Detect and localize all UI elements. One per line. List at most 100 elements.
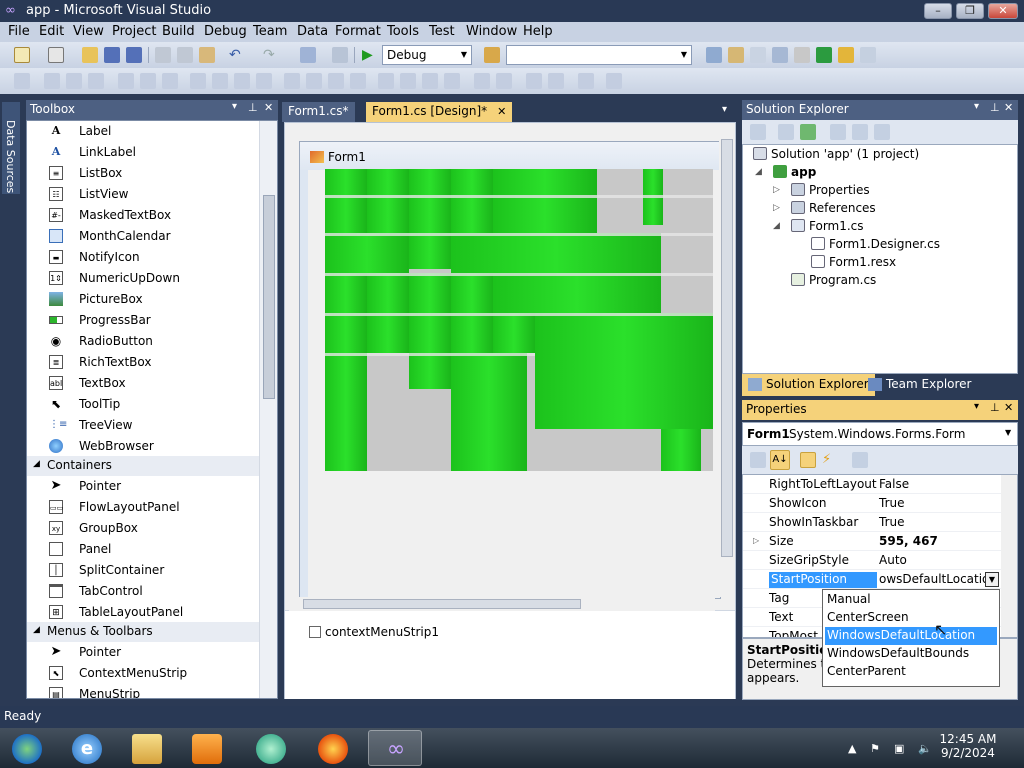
taskbar-firefox[interactable] (306, 730, 360, 766)
properties-close-icon[interactable]: ✕ (1004, 401, 1013, 414)
toolbox-item-picturebox[interactable]: PictureBox (27, 289, 259, 310)
property-row-startposition[interactable]: StartPosition owsDefaultLocation ▼ (743, 570, 1001, 589)
view-designer-icon[interactable] (852, 124, 868, 140)
align-rights-icon[interactable] (88, 73, 104, 89)
tools-icon[interactable] (794, 47, 810, 63)
toolbox-item-notifyicon[interactable]: ▬ NotifyIcon (27, 247, 259, 268)
property-value[interactable]: True (879, 515, 905, 529)
taskbar-app-4[interactable] (244, 730, 298, 766)
find-combobox[interactable]: ▼ (506, 45, 692, 65)
toolbox-icon[interactable] (772, 47, 788, 63)
tree-node-project[interactable]: ◢ app (755, 165, 816, 183)
minimize-button[interactable]: – (924, 3, 952, 19)
data-sources-tab[interactable]: Data Sources (2, 102, 20, 194)
tab-form1-design[interactable]: Form1.cs [Design]* ✕ (366, 102, 513, 122)
toolbox-item-numericupdown[interactable]: 1⇕ NumericUpDown (27, 268, 259, 289)
property-row-showintaskbar[interactable]: ShowInTaskbar True (743, 513, 1001, 532)
solution-explorer-close-icon[interactable]: ✕ (1004, 101, 1013, 114)
option-manual[interactable]: Manual (825, 591, 997, 609)
command-window-icon[interactable] (860, 47, 876, 63)
make-same-height-icon[interactable] (212, 73, 228, 89)
toolbox-item-textbox[interactable]: abl TextBox (27, 373, 259, 394)
property-row-size[interactable]: ▷ Size 595, 467 (743, 532, 1001, 551)
option-windowsdefaultbounds[interactable]: WindowsDefaultBounds (825, 645, 997, 663)
tab-solution-explorer[interactable]: Solution Explorer (742, 374, 875, 396)
toolbox-item-groupbox[interactable]: xy GroupBox (27, 518, 259, 539)
save-all-icon[interactable] (126, 47, 142, 63)
cut-icon[interactable] (155, 47, 171, 63)
toolbox-item-richtextbox[interactable]: ≣ RichTextBox (27, 352, 259, 373)
redo-icon[interactable]: ↷ (263, 47, 279, 63)
toolbox-item-radiobutton[interactable]: ◉ RadioButton (27, 331, 259, 352)
menu-format[interactable]: Format (335, 24, 381, 39)
save-icon[interactable] (104, 47, 120, 63)
make-same-size-icon[interactable] (256, 73, 272, 89)
taskbar-visual-studio[interactable]: ∞ (368, 730, 422, 766)
remove-vertical-spacing-icon[interactable] (444, 73, 460, 89)
toolbox-dropdown-icon[interactable]: ▾ (232, 101, 237, 112)
show-hidden-icons-icon[interactable]: ▲ (848, 742, 862, 755)
toolbox-item-listbox[interactable]: ≡ ListBox (27, 163, 259, 184)
toolbox-item-maskedtextbox[interactable]: #- MaskedTextBox (27, 205, 259, 226)
menu-project[interactable]: Project (112, 24, 156, 39)
toolbox-item-linklabel[interactable]: A LinkLabel (27, 142, 259, 163)
maximize-button[interactable]: ❐ (956, 3, 984, 19)
toolbox-category-menus-toolbars[interactable]: ◢ Menus & Toolbars (27, 622, 259, 642)
align-tops-icon[interactable] (118, 73, 134, 89)
toolbox-item-pointer[interactable]: ➤ Pointer (27, 476, 259, 497)
toolbox-item-panel[interactable]: Panel (27, 539, 259, 560)
taskbar-internet-explorer[interactable]: e (60, 730, 114, 766)
object-browser-icon[interactable] (750, 47, 766, 63)
property-pages-icon[interactable] (852, 452, 868, 468)
property-value[interactable]: 595, 467 (879, 534, 938, 548)
solution-explorer-icon[interactable] (706, 47, 722, 63)
property-value[interactable]: Auto (879, 553, 907, 567)
close-button[interactable]: ✕ (988, 3, 1018, 19)
toolbox-item-webbrowser[interactable]: WebBrowser (27, 436, 259, 457)
properties-object-selector[interactable]: Form1 System.Windows.Forms.Form ▼ (742, 422, 1018, 446)
add-item-icon[interactable] (48, 47, 64, 63)
menu-help[interactable]: Help (523, 24, 553, 39)
align-centers-icon[interactable] (66, 73, 82, 89)
decrease-vertical-spacing-icon[interactable] (422, 73, 438, 89)
new-project-icon[interactable] (14, 47, 30, 63)
option-windowsdefaultlocation[interactable]: WindowsDefaultLocation (825, 627, 997, 645)
active-files-dropdown-icon[interactable]: ▾ (722, 104, 727, 115)
option-centerparent[interactable]: CenterParent (825, 663, 997, 681)
toolbox-item-tablelayoutpanel[interactable]: ⊞ TableLayoutPanel (27, 602, 259, 623)
property-grid-scrollbar[interactable] (1001, 475, 1017, 637)
taskbar-media-player[interactable] (180, 730, 234, 766)
remove-horizontal-spacing-icon[interactable] (350, 73, 366, 89)
tree-node-properties[interactable]: ▷ Properties (773, 183, 870, 201)
solution-explorer-pin-icon[interactable]: ⊥ (990, 101, 1000, 114)
toolbox-item-tabcontrol[interactable]: TabControl (27, 581, 259, 602)
undo-icon[interactable]: ↶ (229, 47, 245, 63)
navigate-forward-icon[interactable] (332, 47, 348, 63)
tab-order-icon[interactable] (578, 73, 594, 89)
view-class-diagram-icon[interactable] (874, 124, 890, 140)
align-to-grid-icon[interactable] (14, 73, 30, 89)
decrease-horizontal-spacing-icon[interactable] (328, 73, 344, 89)
tree-node-form1-cs[interactable]: ◢ Form1.cs (773, 219, 864, 237)
tree-node-form1-resx[interactable]: Form1.resx (811, 255, 896, 273)
toolbox-item-menustrip[interactable]: ▤ MenuStrip (27, 684, 259, 698)
open-file-icon[interactable] (82, 47, 98, 63)
size-to-grid-icon[interactable] (234, 73, 250, 89)
properties-pin-icon[interactable]: ⊥ (990, 401, 1000, 414)
volume-icon[interactable]: 🔈 (918, 742, 932, 755)
menu-debug[interactable]: Debug (204, 24, 247, 39)
taskbar-file-explorer[interactable] (120, 730, 174, 766)
toolbox-pin-icon[interactable]: ⊥ (248, 101, 258, 114)
increase-horizontal-spacing-icon[interactable] (306, 73, 322, 89)
toolbox-category-containers[interactable]: ◢ Containers (27, 456, 259, 476)
start-page-icon[interactable] (816, 47, 832, 63)
network-icon[interactable]: ▣ (894, 742, 908, 755)
toolbox-item-flowlayoutpanel[interactable]: ▭▭ FlowLayoutPanel (27, 497, 259, 518)
vertical-spacing-icon[interactable] (378, 73, 394, 89)
solution-explorer-dropdown-icon[interactable]: ▾ (974, 101, 979, 112)
property-row-showicon[interactable]: ShowIcon True (743, 494, 1001, 513)
alphabetical-icon[interactable]: A↓ (770, 450, 790, 470)
property-row-righttoleftlayout[interactable]: RightToLeftLayout False (743, 475, 1001, 494)
send-to-back-icon[interactable] (548, 73, 564, 89)
tree-node-form1-designer[interactable]: Form1.Designer.cs (811, 237, 940, 255)
